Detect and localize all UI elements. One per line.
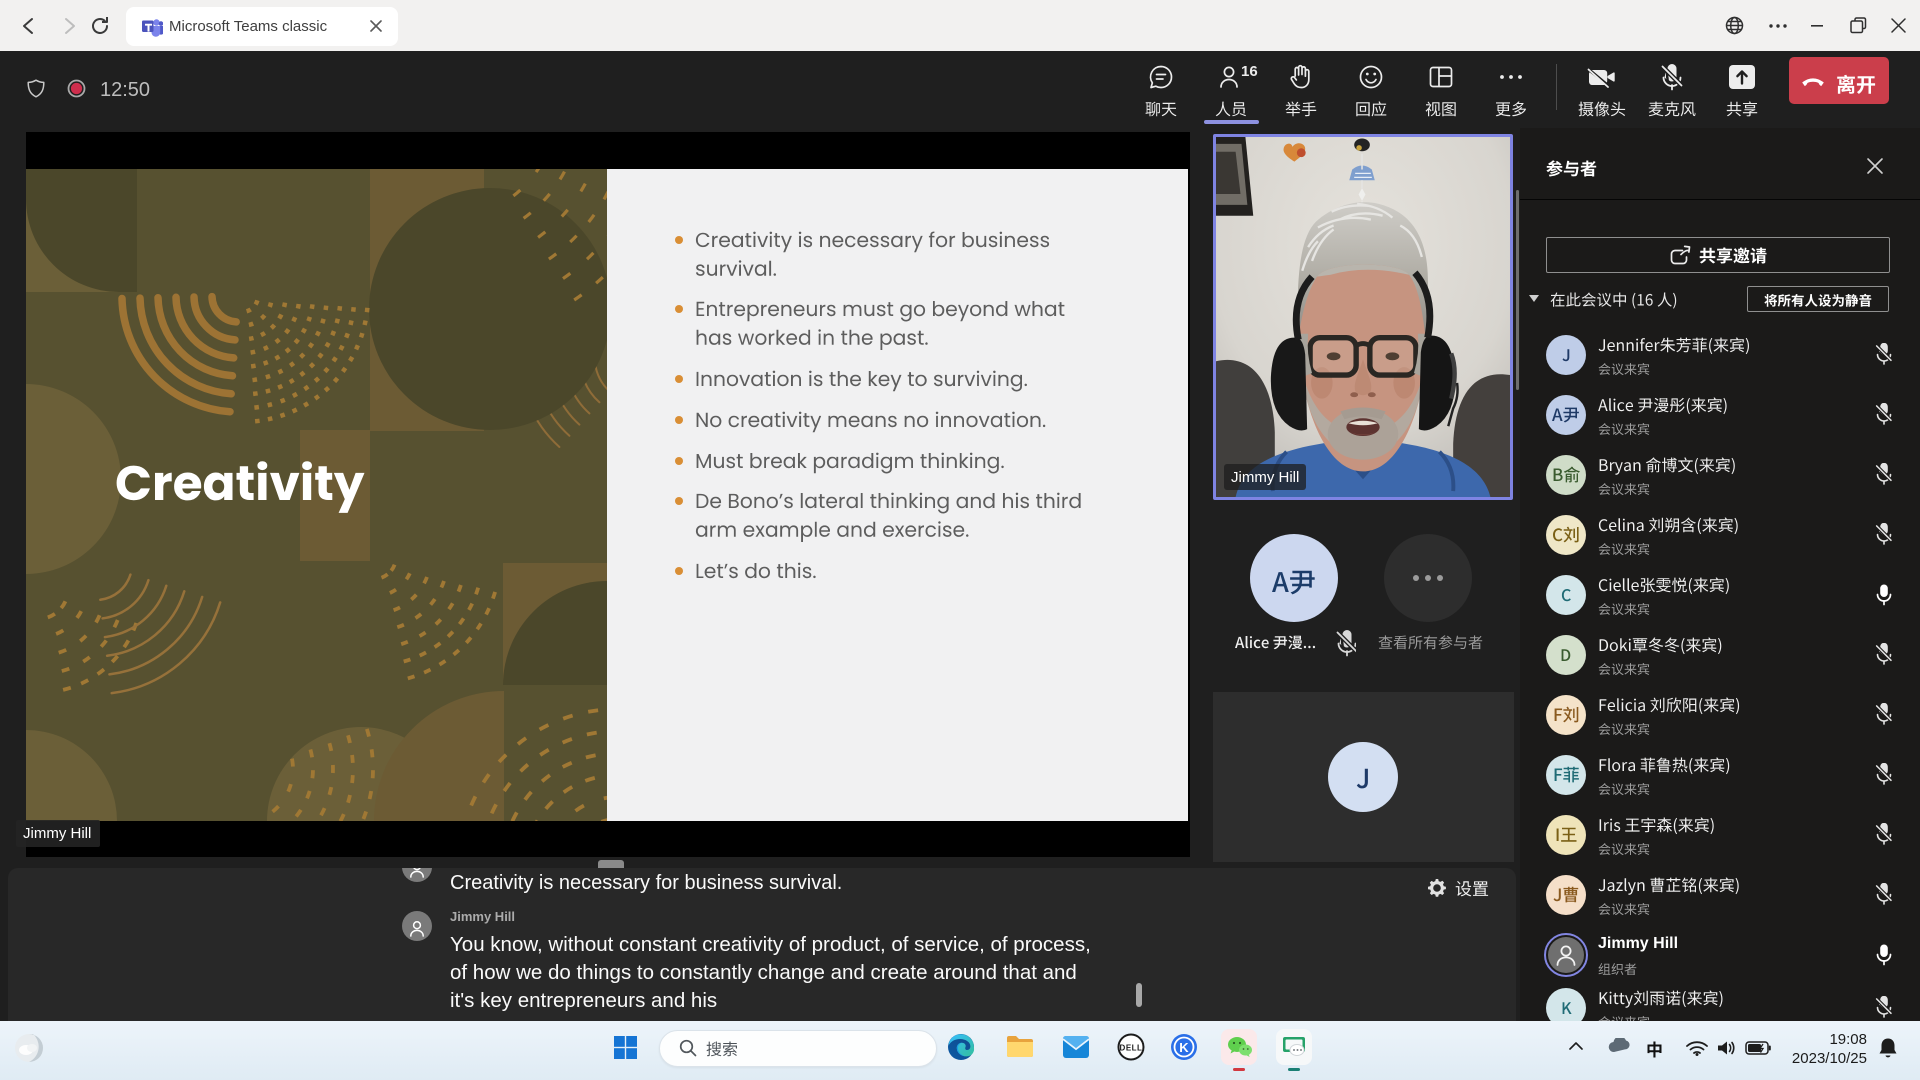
svg-text:DELL: DELL [1120, 1044, 1143, 1053]
svg-text:K: K [1179, 1040, 1189, 1055]
